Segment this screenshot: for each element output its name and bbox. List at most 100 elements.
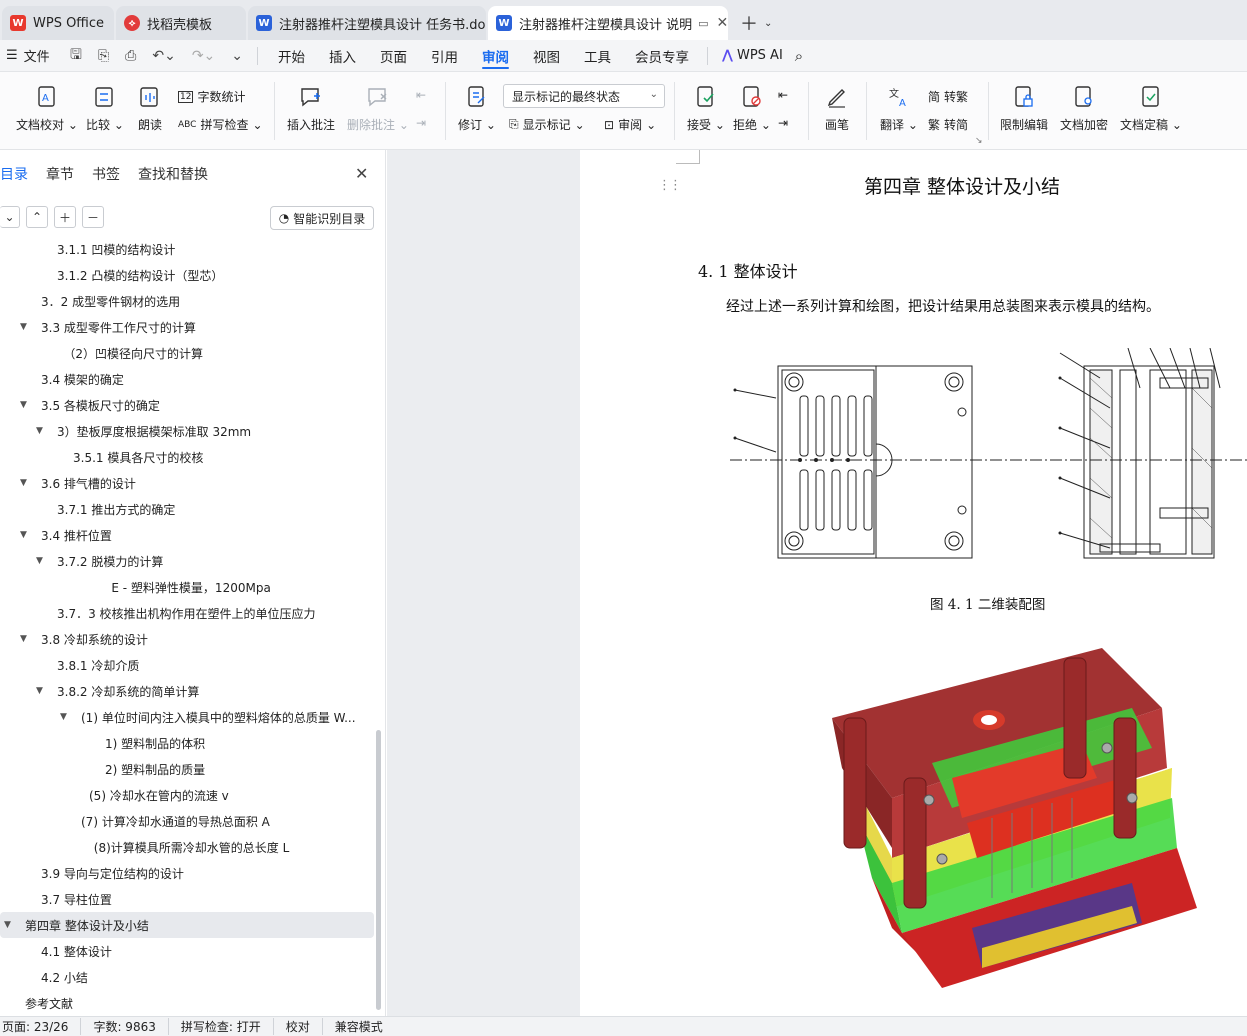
file-menu[interactable]: ☰ 文件: [0, 46, 56, 65]
reject-button[interactable]: 拒绝 ⌄: [733, 84, 771, 133]
toc-item[interactable]: 3.7 导柱位置: [0, 886, 374, 912]
toc-item[interactable]: (5) 冷却水在管内的流速 v: [0, 782, 374, 808]
toc-item[interactable]: （2）凹模径向尺寸的计算: [0, 340, 374, 366]
finalize-button[interactable]: 文档定稿 ⌄: [1120, 84, 1182, 133]
toc-expand-triangle-icon[interactable]: ▼: [36, 556, 43, 566]
toc-item[interactable]: ▼ 第四章 整体设计及小结: [0, 912, 374, 938]
toc-item[interactable]: 3.9 导向与定位结构的设计: [0, 860, 374, 886]
collapse-button[interactable]: －: [82, 206, 104, 228]
spell-check-button[interactable]: ABC 拼写检查 ⌄: [178, 116, 263, 133]
toc-item[interactable]: ▼ 3.5 各模板尺寸的确定: [0, 392, 374, 418]
undo-icon[interactable]: ↶⌄: [152, 48, 175, 64]
nav-tab-find-replace[interactable]: 查找和替换: [138, 164, 208, 184]
menu-review[interactable]: 审阅: [470, 40, 521, 72]
menu-insert[interactable]: 插入: [317, 40, 368, 72]
tab-task-document[interactable]: W 注射器推杆注塑模具设计 任务书.docx: [248, 6, 486, 40]
toc-scrollbar[interactable]: [376, 730, 381, 1010]
prev-comment-button[interactable]: ⇤: [416, 88, 426, 102]
toc-item[interactable]: 3.7.1 推出方式的确定: [0, 496, 374, 522]
toc-item[interactable]: (8)计算模具所需冷却水管的总长度 L: [0, 834, 374, 860]
toc-item[interactable]: ▼ 3.6 排气槽的设计: [0, 470, 374, 496]
toc-expand-triangle-icon[interactable]: ▼: [20, 400, 27, 410]
toc-item[interactable]: (7) 计算冷却水通道的导热总面积 A: [0, 808, 374, 834]
toc-expand-triangle-icon[interactable]: ▼: [20, 322, 27, 332]
toc-expand-triangle-icon[interactable]: ▼: [20, 478, 27, 488]
menu-page[interactable]: 页面: [368, 40, 419, 72]
translate-button[interactable]: 文A 翻译 ⌄: [880, 84, 918, 133]
word-count-status[interactable]: 字数: 9863: [93, 1018, 169, 1035]
new-tab-button[interactable]: ＋ ⌄: [740, 6, 772, 40]
pen-button[interactable]: 画笔: [824, 84, 850, 133]
menu-references[interactable]: 引用: [419, 40, 470, 72]
page-indicator[interactable]: 页面: 23/26: [0, 1018, 82, 1035]
markup-state-select[interactable]: 显示标记的最终状态 ⌄: [503, 84, 665, 108]
toc-item[interactable]: 2) 塑料制品的质量: [0, 756, 374, 782]
toc-expand-triangle-icon[interactable]: ▼: [36, 686, 43, 696]
toc-item[interactable]: ▼ (1) 单位时间内注入模具中的塑料熔体的总质量 W...: [0, 704, 374, 730]
read-aloud-button[interactable]: 朗读: [137, 84, 163, 133]
toc-item[interactable]: 3.1.2 凸模的结构设计（型芯）: [0, 262, 374, 288]
search-icon[interactable]: ⌕: [795, 47, 803, 65]
toc-expand-triangle-icon[interactable]: ▼: [20, 634, 27, 644]
tab-wps-office[interactable]: W WPS Office: [2, 6, 114, 40]
toc-item[interactable]: 4.2 小结: [0, 964, 374, 990]
collapse-down-button[interactable]: ⌄: [0, 206, 20, 228]
toc-item[interactable]: 参考文献: [0, 990, 374, 1016]
toc-item[interactable]: 3.5.1 模具各尺寸的校核: [0, 444, 374, 470]
toc-item[interactable]: ▼ 3.8 冷却系统的设计: [0, 626, 374, 652]
print-icon[interactable]: ⎙: [125, 48, 136, 64]
menu-home[interactable]: 开始: [266, 40, 317, 72]
toc-item[interactable]: 4.1 整体设计: [0, 938, 374, 964]
tab-design-document[interactable]: W 注射器推杆注塑模具设计 说明 ▭ ✕: [488, 6, 728, 40]
toc-item[interactable]: 3.4 模架的确定: [0, 366, 374, 392]
toc-expand-triangle-icon[interactable]: ▼: [20, 530, 27, 540]
next-change-button[interactable]: ⇥: [778, 116, 788, 130]
nav-tab-toc[interactable]: 目录: [0, 164, 28, 184]
toc-item[interactable]: ▼ 3.8.2 冷却系统的简单计算: [0, 678, 374, 704]
close-icon[interactable]: ✕: [717, 15, 728, 31]
menu-view[interactable]: 视图: [521, 40, 572, 72]
document-page[interactable]: ⋮⋮ 第四章 整体设计及小结 4. 1 整体设计 经过上述一系列计算和绘图，把设…: [580, 150, 1247, 1016]
proof-status[interactable]: 校对: [286, 1018, 323, 1035]
export-icon[interactable]: ⎘: [98, 48, 109, 64]
monitor-icon[interactable]: ▭: [698, 17, 708, 30]
toc-item[interactable]: E - 塑料弹性模量，1200Mpa: [0, 574, 374, 600]
menu-member[interactable]: 会员专享: [623, 40, 701, 72]
delete-comment-button[interactable]: 删除批注 ⌄: [347, 84, 409, 133]
nav-tab-bookmarks[interactable]: 书签: [92, 164, 120, 184]
toc-item[interactable]: 3.7．3 校核推出机构作用在塑件上的单位压应力: [0, 600, 374, 626]
toc-item[interactable]: ▼ 3.3 成型零件工作尺寸的计算: [0, 314, 374, 340]
insert-comment-button[interactable]: 插入批注: [287, 84, 335, 133]
prev-change-button[interactable]: ⇤: [778, 88, 788, 102]
menu-tools[interactable]: 工具: [572, 40, 623, 72]
redo-icon[interactable]: ↷⌄: [192, 48, 215, 64]
accept-button[interactable]: 接受 ⌄: [687, 84, 725, 133]
toc-item[interactable]: 1) 塑料制品的体积: [0, 730, 374, 756]
drag-handle-icon[interactable]: ⋮⋮: [658, 178, 682, 193]
expand-button[interactable]: ＋: [54, 206, 76, 228]
to-simplified-button[interactable]: 繁 转简: [928, 116, 968, 133]
close-pane-icon[interactable]: ✕: [355, 164, 368, 183]
revise-button[interactable]: 修订 ⌄: [458, 84, 496, 133]
more-chevron-icon[interactable]: ⌄: [231, 48, 243, 64]
next-comment-button[interactable]: ⇥: [416, 116, 426, 130]
tab-docer-templates[interactable]: ⟡ 找稻壳模板: [116, 6, 246, 40]
save-icon[interactable]: 🖫: [70, 44, 82, 68]
toc-item[interactable]: ▼ 3.4 推杆位置: [0, 522, 374, 548]
wps-ai-button[interactable]: ⋀ WPS AI: [714, 48, 791, 63]
spell-check-status[interactable]: 拼写检查: 打开: [181, 1018, 274, 1035]
toc-item[interactable]: 3．2 成型零件钢材的选用: [0, 288, 374, 314]
encrypt-button[interactable]: 文档加密: [1060, 84, 1108, 133]
toc-item[interactable]: 3.8.1 冷却介质: [0, 652, 374, 678]
toc-expand-triangle-icon[interactable]: ▼: [36, 426, 43, 436]
toc-item[interactable]: ▼ 3.7.2 脱模力的计算: [0, 548, 374, 574]
word-count-button[interactable]: 12 字数统计: [178, 88, 245, 105]
restrict-edit-button[interactable]: 限制编辑: [1000, 84, 1048, 133]
to-traditional-button[interactable]: 简 转繁: [928, 88, 968, 105]
toc-expand-triangle-icon[interactable]: ▼: [4, 920, 11, 930]
show-markup-button[interactable]: ⎘ 显示标记 ⌄: [509, 116, 585, 133]
compare-button[interactable]: 比较 ⌄: [86, 84, 124, 133]
ribbon-expand-icon[interactable]: ↘: [975, 136, 983, 146]
toc-item[interactable]: 3.1.1 凹模的结构设计: [0, 238, 374, 262]
toc-item[interactable]: ▼ 3）垫板厚度根据模架标准取 32mm: [0, 418, 374, 444]
